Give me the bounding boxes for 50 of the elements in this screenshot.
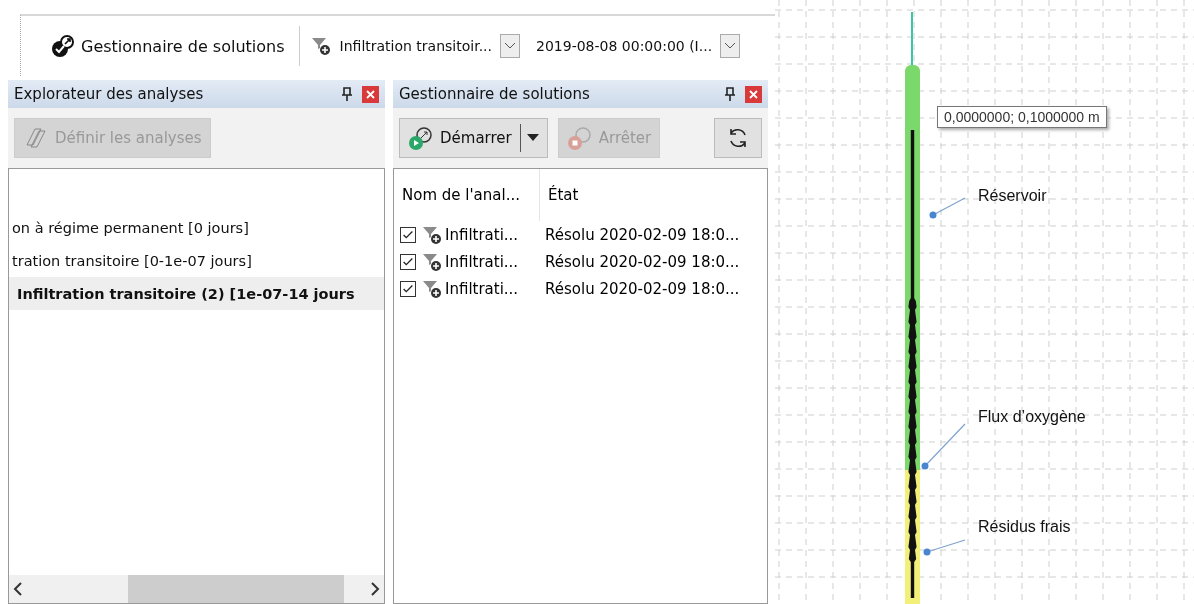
funnel-plus-icon <box>421 278 443 299</box>
time-combo[interactable]: 2019-08-08 00:00:00 (I... <box>536 38 713 54</box>
scroll-thumb[interactable] <box>128 575 344 603</box>
panel-title: Gestionnaire de solutions <box>399 85 591 103</box>
analysis-combo[interactable]: Infiltration transitoir... <box>339 38 492 54</box>
analysis-state: Résolu 2020-02-09 18:0... <box>544 252 740 271</box>
chevron-down-icon <box>504 42 516 50</box>
checkbox[interactable] <box>400 226 416 243</box>
column-header[interactable]: État <box>539 169 579 221</box>
checkbox[interactable] <box>400 253 416 270</box>
panel-title: Explorateur des analyses <box>14 85 205 103</box>
start-button[interactable]: Démarrer <box>399 118 548 158</box>
tree-item[interactable]: on à régime permanent [0 jours] <box>9 211 384 244</box>
analysis-name: Infiltrati... <box>445 252 519 271</box>
close-button[interactable] <box>745 85 762 103</box>
close-icon <box>749 89 758 99</box>
analysis-state: Résolu 2020-02-09 18:0... <box>544 225 740 244</box>
pin-icon[interactable] <box>725 87 735 101</box>
column-header[interactable]: Nom de l'anal... <box>394 186 539 204</box>
leader-arrow <box>923 539 966 556</box>
leader-arrow <box>929 197 966 219</box>
close-icon <box>366 89 375 99</box>
scroll-left-icon[interactable] <box>13 582 23 596</box>
tree-item[interactable]: tration transitoire [0-1e-07 jours] <box>9 244 384 277</box>
annotation-label: Résidus frais <box>978 518 1071 536</box>
checkbox[interactable] <box>400 280 416 297</box>
toolbar-title: Gestionnaire de solutions <box>81 36 285 56</box>
scroll-right-icon[interactable] <box>370 582 380 596</box>
funnel-plus-icon <box>309 36 332 56</box>
analysis-name: Infiltrati... <box>445 225 519 244</box>
chevron-down-icon <box>724 42 737 50</box>
analysis-name: Infiltrati... <box>445 279 519 298</box>
dropdown-button[interactable] <box>500 34 520 58</box>
coordinate-tooltip: 0,0000000; 0,1000000 m <box>937 106 1107 128</box>
funnel-plus-icon <box>421 251 443 272</box>
start-icon <box>408 125 434 151</box>
horizontal-scrollbar[interactable] <box>9 575 384 603</box>
leader-arrow <box>921 423 966 470</box>
solver-icon <box>51 34 75 58</box>
pin-icon[interactable] <box>342 87 352 101</box>
annotation-label: Flux d’oxygène <box>978 408 1086 426</box>
funnel-plus-icon <box>421 224 443 245</box>
tree-item[interactable]: Infiltration transitoire (2) [1e-07-14 jours <box>9 277 384 310</box>
annotation-label: Réservoir <box>978 187 1047 205</box>
pages-icon <box>23 125 49 151</box>
stop-icon <box>566 125 593 151</box>
caret-icon <box>526 134 539 142</box>
close-button[interactable] <box>362 85 379 103</box>
refresh-button[interactable] <box>714 118 762 158</box>
analysis-state: Résolu 2020-02-09 18:0... <box>544 279 740 298</box>
